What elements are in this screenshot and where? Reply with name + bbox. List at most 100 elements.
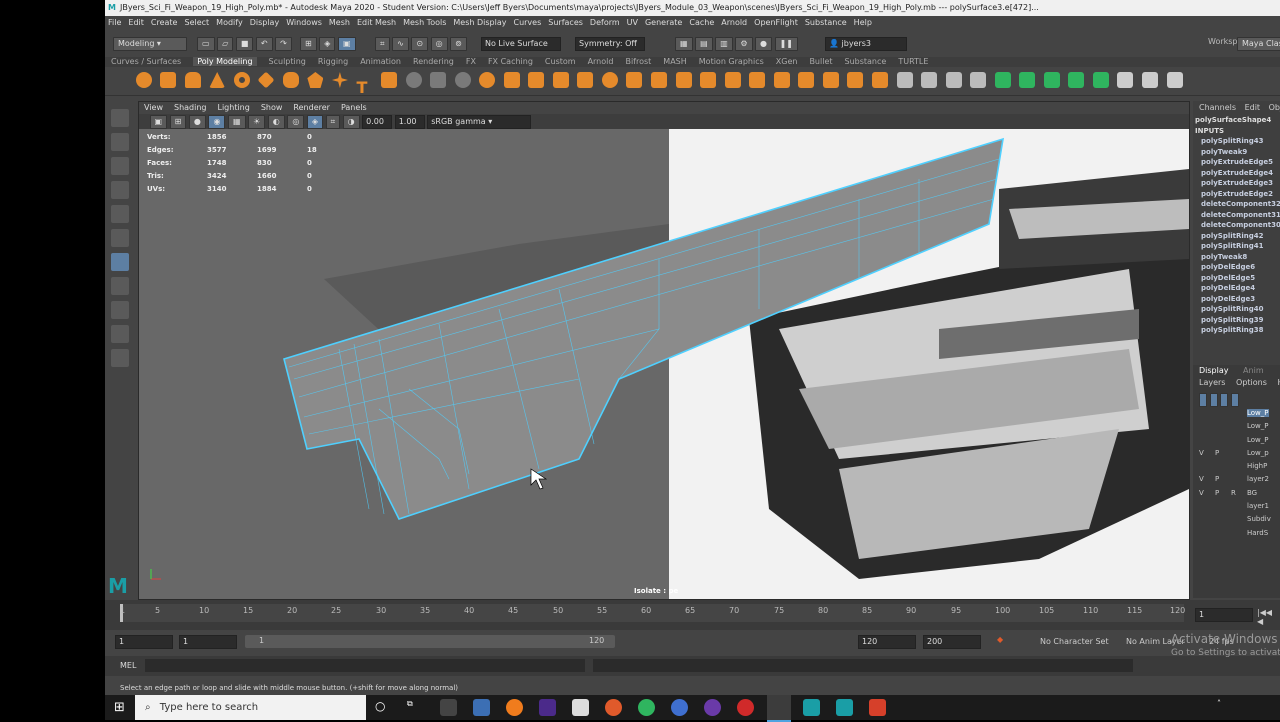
shelf-tab-motion-graphics[interactable]: Motion Graphics	[699, 57, 764, 66]
shadows-icon[interactable]: ◐	[267, 115, 285, 129]
shelf-tab-curves-surfaces[interactable]: Curves / Surfaces	[111, 57, 181, 66]
layer-row[interactable]: HardS	[1193, 527, 1280, 540]
outliner-layout-icon[interactable]	[111, 349, 129, 367]
time-slider-track[interactable]: 1 5 10 15 20 25 30 35 40 45 50 55 60 65 …	[120, 604, 1185, 622]
menu-curves[interactable]: Curves	[513, 18, 541, 27]
uv-editor-icon[interactable]	[921, 72, 938, 88]
save-scene-icon[interactable]: ■	[235, 37, 254, 51]
live-surface-field[interactable]: No Live Surface	[481, 37, 561, 51]
s-app-icon[interactable]	[671, 699, 688, 716]
layer-menu-options[interactable]: Options	[1236, 378, 1267, 387]
render-view-icon[interactable]: ▦	[675, 37, 693, 51]
menu-deform[interactable]: Deform	[590, 18, 620, 27]
menu-display[interactable]: Display	[250, 18, 280, 27]
lasso-tool-icon[interactable]	[111, 133, 129, 151]
layer-name[interactable]: Low_P	[1247, 436, 1269, 444]
input-node[interactable]: polySplitRing38	[1193, 325, 1280, 336]
merge-icon[interactable]	[798, 72, 815, 88]
target-weld-icon[interactable]	[651, 72, 668, 88]
smooth-icon[interactable]	[454, 72, 471, 88]
panel-menu-show[interactable]: Show	[261, 103, 283, 112]
poly-plane-icon[interactable]	[257, 71, 275, 89]
select-hierarchy-icon[interactable]: ⊞	[300, 37, 317, 51]
input-node[interactable]: polyTweak8	[1193, 252, 1280, 263]
end-time-field[interactable]: 200	[923, 635, 981, 649]
input-node[interactable]: polyDelEdge3	[1193, 294, 1280, 305]
layer-playback[interactable]: P	[1215, 487, 1231, 500]
select-tool-icon[interactable]	[111, 109, 129, 127]
input-node[interactable]: polySplitRing39	[1193, 315, 1280, 326]
extrude-icon[interactable]	[503, 72, 520, 88]
shelf-tab-substance[interactable]: Substance	[845, 57, 887, 66]
layer-playback[interactable]: P	[1215, 473, 1231, 486]
command-input[interactable]	[145, 659, 585, 672]
hypershade-icon[interactable]: ●	[755, 37, 773, 51]
shelf-tab-turtle[interactable]: TURTLE	[898, 57, 928, 66]
bridge-icon[interactable]	[528, 72, 545, 88]
shelf-tab-poly-modeling[interactable]: Poly Modeling	[193, 57, 257, 66]
shelf-tab-arnold[interactable]: Arnold	[588, 57, 614, 66]
lights-icon[interactable]: ☀	[248, 115, 266, 129]
menu-help[interactable]: Help	[854, 18, 872, 27]
perspective-viewport[interactable]: View Shading Lighting Show Renderer Panels ▣ …	[138, 101, 1190, 600]
layer-playback[interactable]: P	[1215, 447, 1231, 460]
unity-icon[interactable]	[440, 699, 457, 716]
layer-row[interactable]: V P R BG	[1193, 487, 1280, 500]
menu-mesh[interactable]: Mesh	[329, 18, 350, 27]
render-current-icon[interactable]: ▤	[695, 37, 713, 51]
mirror-icon[interactable]	[773, 72, 790, 88]
exposure-field[interactable]: 0.00	[362, 115, 393, 129]
mode-dropdown[interactable]: Modeling ▾	[113, 37, 187, 51]
xray-icon[interactable]: ◎	[287, 115, 305, 129]
shelf-tab-fx-caching[interactable]: FX Caching	[488, 57, 533, 66]
time-slider[interactable]: 1 5 10 15 20 25 30 35 40 45 50 55 60 65 …	[105, 600, 1280, 630]
layer-row[interactable]: V P Low_p	[1193, 447, 1280, 460]
pause-icon[interactable]: ❚❚	[774, 37, 798, 51]
paint-select-tool-icon[interactable]	[111, 157, 129, 175]
render-settings-icon[interactable]: ⚙	[735, 37, 753, 51]
snap-view-icon[interactable]: ◎	[430, 37, 448, 51]
menu-arnold[interactable]: Arnold	[721, 18, 747, 27]
shelf-tab-custom[interactable]: Custom	[545, 57, 576, 66]
side-by-side-icon[interactable]	[111, 325, 129, 343]
super-shape-icon[interactable]	[331, 72, 348, 88]
menu-create[interactable]: Create	[151, 18, 178, 27]
symmetry-dropdown[interactable]: Symmetry: Off	[575, 37, 645, 51]
menu-generate[interactable]: Generate	[645, 18, 682, 27]
playback-end-field[interactable]: 120	[858, 635, 916, 649]
shelf-tab-rigging[interactable]: Rigging	[318, 57, 348, 66]
poly-cone-icon[interactable]	[209, 72, 226, 88]
layer-move-up-icon[interactable]	[1199, 393, 1207, 407]
layer-visibility[interactable]: V	[1193, 473, 1215, 486]
layer-name[interactable]: Low_P	[1247, 422, 1269, 430]
snap-point-icon[interactable]: ⊙	[411, 37, 429, 51]
menu-edit[interactable]: Edit	[128, 18, 144, 27]
crossed-tools-icon[interactable]	[1141, 72, 1158, 88]
layer-tab-display[interactable]: Display	[1199, 366, 1229, 375]
current-frame-field[interactable]: 1	[1195, 608, 1253, 622]
layer-name[interactable]: BG	[1247, 489, 1257, 497]
layer-move-down-icon[interactable]	[1209, 393, 1218, 407]
xnormal-icon[interactable]	[539, 699, 556, 716]
layer-menu-layers[interactable]: Layers	[1199, 378, 1225, 387]
menu-modify[interactable]: Modify	[216, 18, 243, 27]
shield-app-icon[interactable]	[737, 699, 754, 716]
connect-icon[interactable]	[675, 72, 692, 88]
collapse-icon[interactable]	[822, 72, 839, 88]
grid-toggle-icon[interactable]: ⌗	[325, 115, 341, 129]
channel-tab-object[interactable]: Obje	[1269, 103, 1280, 112]
smooth-shade-icon[interactable]: ●	[188, 115, 206, 129]
color-space-dropdown[interactable]: sRGB gamma ▾	[427, 115, 532, 129]
rotate-tool-icon[interactable]	[111, 205, 129, 223]
menu-surfaces[interactable]: Surfaces	[548, 18, 583, 27]
exposure-icon[interactable]: ◑	[342, 115, 360, 129]
layer-reference[interactable]: R	[1231, 487, 1247, 500]
input-node[interactable]: polySplitRing41	[1193, 241, 1280, 252]
layer-row[interactable]: layer1	[1193, 500, 1280, 513]
channel-tab-edit[interactable]: Edit	[1245, 103, 1261, 112]
maya-second-icon[interactable]	[836, 699, 853, 716]
uv-tools-icon[interactable]	[896, 72, 913, 88]
layer-row[interactable]: Subdiv	[1193, 513, 1280, 526]
layer-visibility[interactable]: V	[1193, 487, 1215, 500]
panel-menu-view[interactable]: View	[144, 103, 163, 112]
